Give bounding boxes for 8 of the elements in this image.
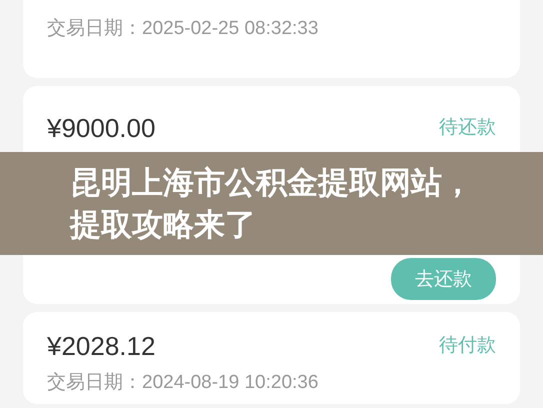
amount-text: ¥9000.00 bbox=[47, 112, 156, 144]
amount-text: ¥2028.12 bbox=[47, 330, 156, 362]
transaction-date: 交易日期：2025-02-25 08:32:33 bbox=[47, 18, 320, 40]
banner-title: 昆明上海市公积金提取网站， 提取攻略来了 bbox=[70, 164, 473, 244]
transaction-date: 交易日期：2024-08-19 10:20:36 bbox=[47, 372, 320, 394]
status-text: 待付款 bbox=[439, 334, 496, 358]
status-text: 待还款 bbox=[439, 116, 496, 140]
repay-button[interactable]: 去还款 bbox=[391, 258, 496, 300]
